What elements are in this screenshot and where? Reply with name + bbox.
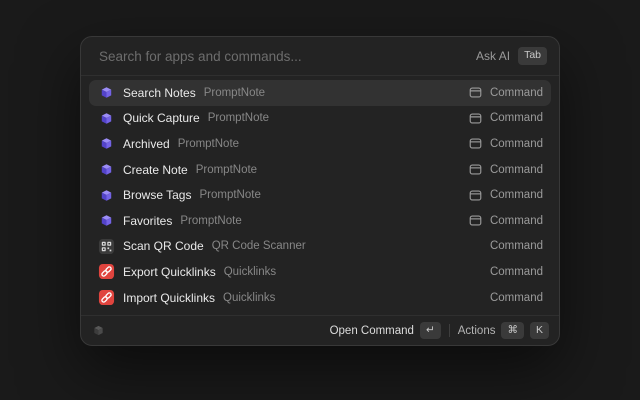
- list-item[interactable]: Export Quicklinks Quicklinks Command: [89, 259, 551, 285]
- command-type-label: Command: [490, 138, 543, 150]
- list-item[interactable]: Import Quicklinks Quicklinks Command: [89, 285, 551, 311]
- list-item[interactable]: Favorites PromptNote Command: [89, 208, 551, 234]
- list-item[interactable]: Search Notes PromptNote Command: [89, 80, 551, 106]
- open-command-action[interactable]: Open Command ↵: [330, 322, 441, 339]
- command-title: Scan QR Code: [123, 239, 204, 253]
- promptnote-icon: [97, 84, 115, 102]
- promptnote-icon: [97, 186, 115, 204]
- quicklink-icon: [97, 263, 115, 281]
- command-title: Import Quicklinks: [123, 291, 215, 305]
- cmd-key-badge: ⌘: [501, 322, 524, 339]
- app-name: PromptNote: [178, 138, 239, 150]
- command-type-label: Command: [490, 266, 543, 278]
- window-icon: [469, 86, 482, 99]
- command-title: Archived: [123, 137, 170, 151]
- list-item[interactable]: Quick Capture PromptNote Command: [89, 106, 551, 132]
- app-name: PromptNote: [208, 112, 269, 124]
- qrcode-icon: [97, 237, 115, 255]
- command-type-label: Command: [490, 164, 543, 176]
- actions-menu-button[interactable]: Actions ⌘ K: [458, 322, 549, 339]
- tab-key-badge: Tab: [518, 47, 547, 64]
- command-type-label: Command: [490, 292, 543, 304]
- app-name: PromptNote: [196, 164, 257, 176]
- selected-app-icon: [91, 323, 106, 338]
- command-type-label: Command: [490, 189, 543, 201]
- search-input[interactable]: [97, 48, 468, 65]
- footer-bar: Open Command ↵ Actions ⌘ K: [81, 316, 559, 345]
- k-key-badge: K: [530, 322, 549, 339]
- footer-separator: [449, 324, 450, 337]
- promptnote-icon: [97, 161, 115, 179]
- command-type-label: Command: [490, 87, 543, 99]
- window-icon: [469, 163, 482, 176]
- actions-label: Actions: [458, 325, 496, 337]
- window-icon: [469, 189, 482, 202]
- open-command-label: Open Command: [330, 325, 414, 337]
- app-name: PromptNote: [199, 189, 260, 201]
- enter-key-badge: ↵: [420, 322, 441, 339]
- app-name: PromptNote: [204, 87, 265, 99]
- app-name: Quicklinks: [224, 266, 276, 278]
- command-type-label: Command: [490, 215, 543, 227]
- command-title: Quick Capture: [123, 111, 200, 125]
- quicklink-icon: [97, 289, 115, 307]
- command-title: Export Quicklinks: [123, 265, 216, 279]
- command-palette-window: Ask AI Tab Search Notes PromptNote Comma…: [80, 36, 560, 346]
- command-type-label: Command: [490, 240, 543, 252]
- promptnote-icon: [97, 212, 115, 230]
- command-title: Create Note: [123, 163, 188, 177]
- command-title: Favorites: [123, 214, 172, 228]
- list-item[interactable]: Create Note PromptNote Command: [89, 157, 551, 183]
- window-icon: [469, 214, 482, 227]
- ask-ai-label[interactable]: Ask AI: [476, 49, 510, 63]
- list-item[interactable]: Browse Tags PromptNote Command: [89, 182, 551, 208]
- list-item[interactable]: Archived PromptNote Command: [89, 131, 551, 157]
- app-name: Quicklinks: [223, 292, 275, 304]
- app-name: QR Code Scanner: [212, 240, 306, 252]
- results-list: Search Notes PromptNote Command Quick Ca…: [81, 76, 559, 315]
- app-name: PromptNote: [180, 215, 241, 227]
- command-title: Search Notes: [123, 86, 196, 100]
- promptnote-icon: [97, 109, 115, 127]
- command-type-label: Command: [490, 112, 543, 124]
- window-icon: [469, 137, 482, 150]
- command-title: Browse Tags: [123, 188, 191, 202]
- search-bar: Ask AI Tab: [81, 37, 559, 75]
- list-item[interactable]: Scan QR Code QR Code Scanner Command: [89, 234, 551, 260]
- promptnote-icon: [97, 135, 115, 153]
- window-icon: [469, 112, 482, 125]
